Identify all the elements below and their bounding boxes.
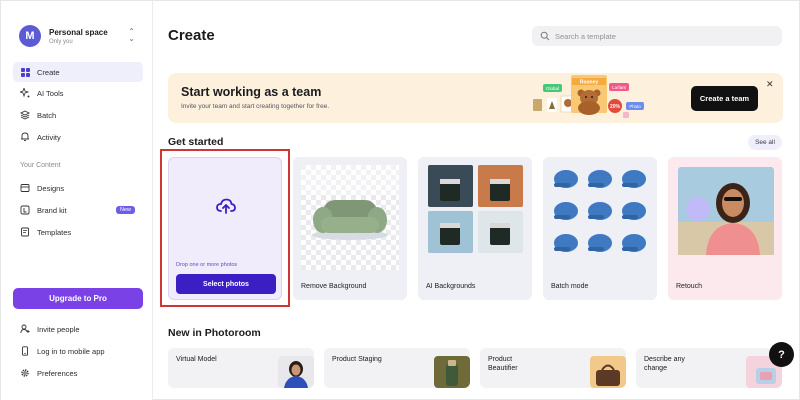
avatar: M [19, 25, 41, 47]
help-icon: ? [778, 348, 785, 361]
search-icon [540, 31, 550, 41]
add-user-icon [20, 324, 30, 334]
templates-icon [20, 227, 30, 237]
sidebar-item-invite[interactable]: Invite people [13, 319, 143, 339]
sidebar-item-templates[interactable]: Templates [13, 222, 143, 242]
bell-icon [20, 132, 30, 142]
sidebar-item-label: Create [37, 67, 60, 77]
sidebar-item-designs[interactable]: Designs [13, 178, 143, 198]
sidebar-item-preferences[interactable]: Preferences [13, 363, 143, 383]
tool-card-label: Remove Background [301, 283, 367, 290]
see-all-button[interactable]: See all [748, 135, 782, 150]
sparkle-icon [20, 88, 30, 98]
drop-hint: Drop one or more photos [176, 262, 238, 268]
staging-thumbnail [434, 356, 470, 388]
team-illustration: Global Rooney Lorfant 20% Photo [533, 75, 644, 118]
new-section-heading: New in Photoroom [168, 327, 261, 339]
cloud-upload-icon [216, 198, 236, 214]
chevron-updown-icon: ⌃ ⌄ [128, 27, 135, 43]
layers-icon [20, 110, 30, 120]
tool-card-retouch[interactable]: Retouch [668, 157, 782, 300]
create-team-button[interactable]: Create a team [691, 86, 758, 111]
sidebar-item-label: Log in to mobile app [37, 346, 105, 356]
sidebar-item-label: Activity [37, 132, 61, 142]
close-icon[interactable]: ✕ [766, 79, 774, 90]
sidebar-item-label: AI Tools [37, 88, 64, 98]
feature-card-virtual-model[interactable]: Virtual Model [168, 348, 314, 388]
get-started-heading: Get started [168, 136, 224, 148]
sidebar-item-label: Brand kit [37, 205, 67, 215]
brand-kit-icon [20, 205, 30, 215]
banner-title: Start working as a team [181, 85, 322, 99]
grid-icon [20, 67, 30, 77]
caps-grid-image [554, 170, 646, 252]
feature-card-product-beautifier[interactable]: Product Beautifier [480, 348, 626, 388]
sidebar: M Personal space Only you ⌃ ⌄ Create AI T… [1, 1, 153, 400]
art-tag-global: Global [546, 86, 559, 91]
your-content-heading: Your Content [20, 162, 61, 169]
sidebar-item-label: Preferences [37, 368, 78, 378]
workspace-subtitle: Only you [49, 38, 73, 45]
sidebar-item-ai-tools[interactable]: AI Tools [13, 83, 143, 103]
feature-card-label: Product Staging [332, 356, 382, 363]
help-button[interactable]: ? [769, 342, 794, 367]
feature-card-label: Virtual Model [176, 356, 217, 363]
app-window: M Personal space Only you ⌃ ⌄ Create AI T… [0, 0, 800, 400]
sidebar-item-label: Batch [37, 110, 57, 120]
sidebar-item-label: Templates [37, 227, 72, 237]
sidebar-item-brand-kit[interactable]: Brand kit New [13, 200, 143, 220]
upgrade-button[interactable]: Upgrade to Pro [13, 288, 143, 309]
sidebar-item-mobile-app[interactable]: Log in to mobile app [13, 341, 143, 361]
sidebar-item-label: Invite people [37, 324, 80, 334]
upload-card[interactable]: Drop one or more photos Select photos [168, 157, 282, 300]
feature-card-product-staging[interactable]: Product Staging [324, 348, 470, 388]
tool-card-ai-backgrounds[interactable]: AI Backgrounds [418, 157, 532, 300]
art-tag-photo: Photo [629, 104, 641, 109]
feature-card-label: Product Beautifier [488, 356, 518, 372]
beautifier-thumbnail [590, 356, 626, 388]
tool-card-remove-background[interactable]: Remove Background [293, 157, 407, 300]
tool-card-label: Batch mode [551, 283, 589, 290]
folder-icon [20, 183, 30, 193]
feature-card-label: Describe any change [644, 356, 685, 372]
new-badge: New [115, 206, 135, 214]
feature-card-describe-change[interactable]: Describe any change [636, 348, 782, 388]
sidebar-item-create[interactable]: Create [13, 62, 143, 82]
workspace-name: Personal space [49, 27, 108, 37]
banner-subtitle: Invite your team and start creating toge… [181, 103, 330, 110]
art-tag-discount: 20% [610, 104, 621, 110]
tool-card-label: AI Backgrounds [426, 283, 476, 290]
art-tag-rooney: Rooney [580, 80, 599, 86]
workspace-switcher[interactable]: M Personal space Only you ⌃ ⌄ [13, 19, 141, 53]
tool-card-label: Retouch [676, 283, 703, 290]
gear-icon [20, 368, 30, 378]
sofa-image [301, 165, 399, 270]
phone-icon [20, 346, 30, 356]
search-input[interactable] [555, 31, 775, 41]
search-bar[interactable] [532, 26, 782, 46]
page-title: Create [168, 27, 215, 44]
art-tag-lorfant: Lorfant [612, 85, 626, 90]
team-banner: Start working as a team Invite your team… [168, 73, 783, 123]
tool-card-batch-mode[interactable]: Batch mode [543, 157, 657, 300]
sidebar-item-batch[interactable]: Batch [13, 105, 143, 125]
sidebar-item-label: Designs [37, 183, 65, 193]
model-thumbnail [278, 356, 314, 388]
select-photos-button[interactable]: Select photos [176, 274, 276, 294]
portrait-image [678, 167, 774, 255]
sidebar-item-activity[interactable]: Activity [13, 127, 143, 147]
product-grid-image [428, 165, 523, 253]
